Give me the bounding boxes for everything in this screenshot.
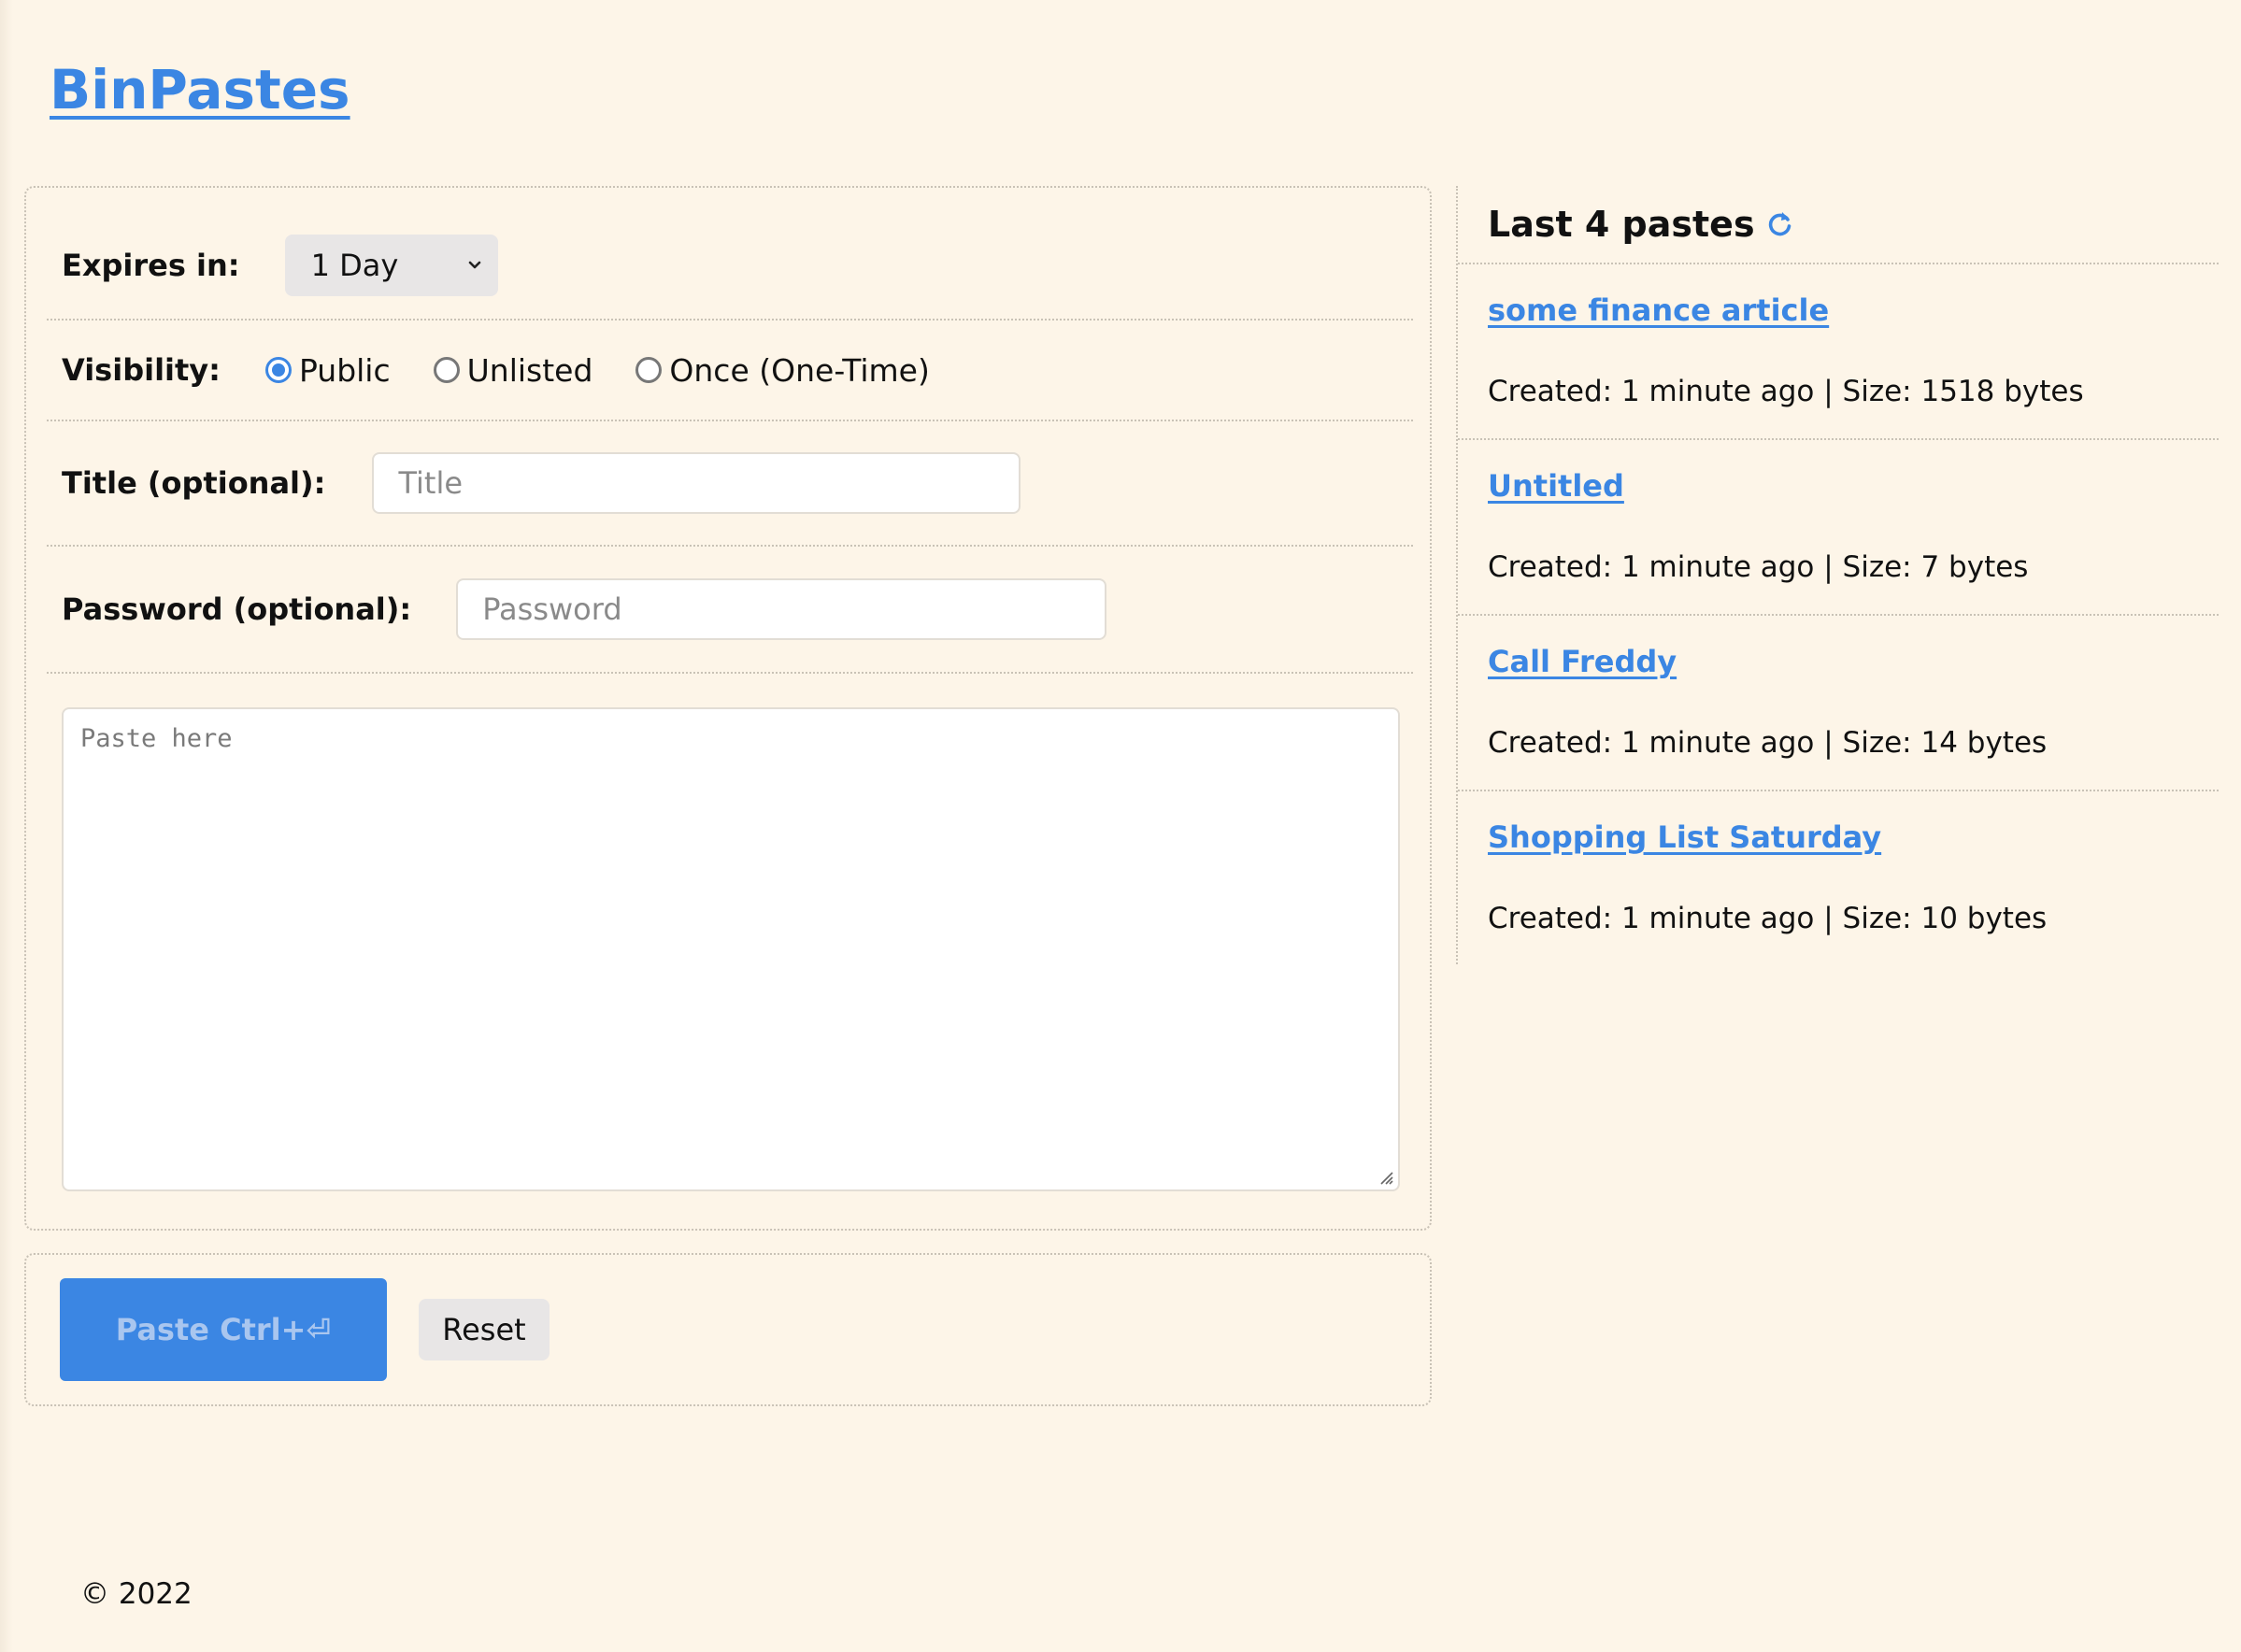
list-item: Call Freddy Created: 1 minute ago | Size…	[1458, 616, 2219, 791]
password-label: Password (optional):	[62, 591, 412, 627]
list-item: Untitled Created: 1 minute ago | Size: 7…	[1458, 440, 2219, 616]
expires-select[interactable]: 1 Day	[284, 235, 498, 296]
title-input-placeholder: Title	[398, 465, 464, 501]
visibility-option-once[interactable]: Once (One-Time)	[635, 351, 930, 389]
title-row: Title (optional): Title	[47, 421, 1413, 547]
paste-button[interactable]: Paste Ctrl+⏎	[60, 1278, 387, 1381]
password-row: Password (optional): Password	[47, 547, 1413, 674]
radio-button-once[interactable]	[635, 357, 663, 383]
visibility-radio-group: Public Unlisted Once (One-Time)	[264, 351, 973, 389]
paste-meta: Created: 1 minute ago | Size: 14 bytes	[1488, 726, 2048, 760]
title-label: Title (optional):	[62, 465, 326, 501]
resize-handle-icon[interactable]	[1377, 1169, 1394, 1186]
title-input[interactable]: Title	[372, 452, 1021, 514]
paste-link[interactable]: Shopping List Saturday	[1488, 819, 1881, 855]
refresh-icon[interactable]	[1764, 208, 1796, 240]
chevron-down-icon	[468, 261, 480, 269]
visibility-option-unlisted[interactable]: Unlisted	[433, 351, 593, 389]
visibility-row: Visibility: Public Unlisted Once (One-Ti…	[47, 320, 1413, 421]
paste-meta: Created: 1 minute ago | Size: 7 bytes	[1488, 550, 2029, 584]
sidebar-header: Last 4 pastes	[1458, 186, 2219, 264]
list-item: Shopping List Saturday Created: 1 minute…	[1458, 791, 2219, 967]
window-edge-shadow	[0, 0, 13, 1652]
app: BinPastes Expires in: 1 Day Visibility: …	[0, 0, 2241, 1652]
sidebar-title: Last 4 pastes	[1488, 204, 1755, 245]
reset-button[interactable]: Reset	[419, 1299, 550, 1360]
paste-link[interactable]: Call Freddy	[1488, 644, 1677, 679]
radio-button-public[interactable]	[264, 357, 292, 383]
paste-link[interactable]: some finance article	[1488, 292, 1829, 328]
recent-pastes-sidebar: Last 4 pastes some finance article Creat…	[1456, 186, 2219, 964]
actions-panel: Paste Ctrl+⏎ Reset	[24, 1253, 1432, 1406]
visibility-option-label: Public	[298, 351, 391, 389]
expires-select-value: 1 Day	[310, 248, 399, 283]
paste-form-panel: Expires in: 1 Day Visibility: Public Unl…	[24, 186, 1432, 1231]
paste-meta: Created: 1 minute ago | Size: 10 bytes	[1488, 902, 2048, 935]
password-input-placeholder: Password	[482, 591, 622, 627]
footer-copyright: © 2022	[80, 1577, 193, 1611]
password-input[interactable]: Password	[456, 578, 1107, 640]
visibility-option-public[interactable]: Public	[264, 351, 391, 389]
list-item: some finance article Created: 1 minute a…	[1458, 264, 2219, 440]
paste-content-textarea[interactable]: Paste here	[62, 707, 1400, 1191]
paste-link[interactable]: Untitled	[1488, 468, 1624, 504]
visibility-option-label: Once (One-Time)	[669, 351, 930, 389]
expires-label: Expires in:	[62, 248, 240, 283]
paste-meta: Created: 1 minute ago | Size: 1518 bytes	[1488, 375, 2084, 408]
visibility-label: Visibility:	[62, 352, 221, 388]
visibility-option-label: Unlisted	[466, 351, 593, 389]
expires-row: Expires in: 1 Day	[47, 212, 1413, 320]
paste-content-placeholder: Paste here	[80, 724, 233, 753]
radio-button-unlisted[interactable]	[433, 357, 460, 383]
site-title-link[interactable]: BinPastes	[50, 56, 350, 123]
